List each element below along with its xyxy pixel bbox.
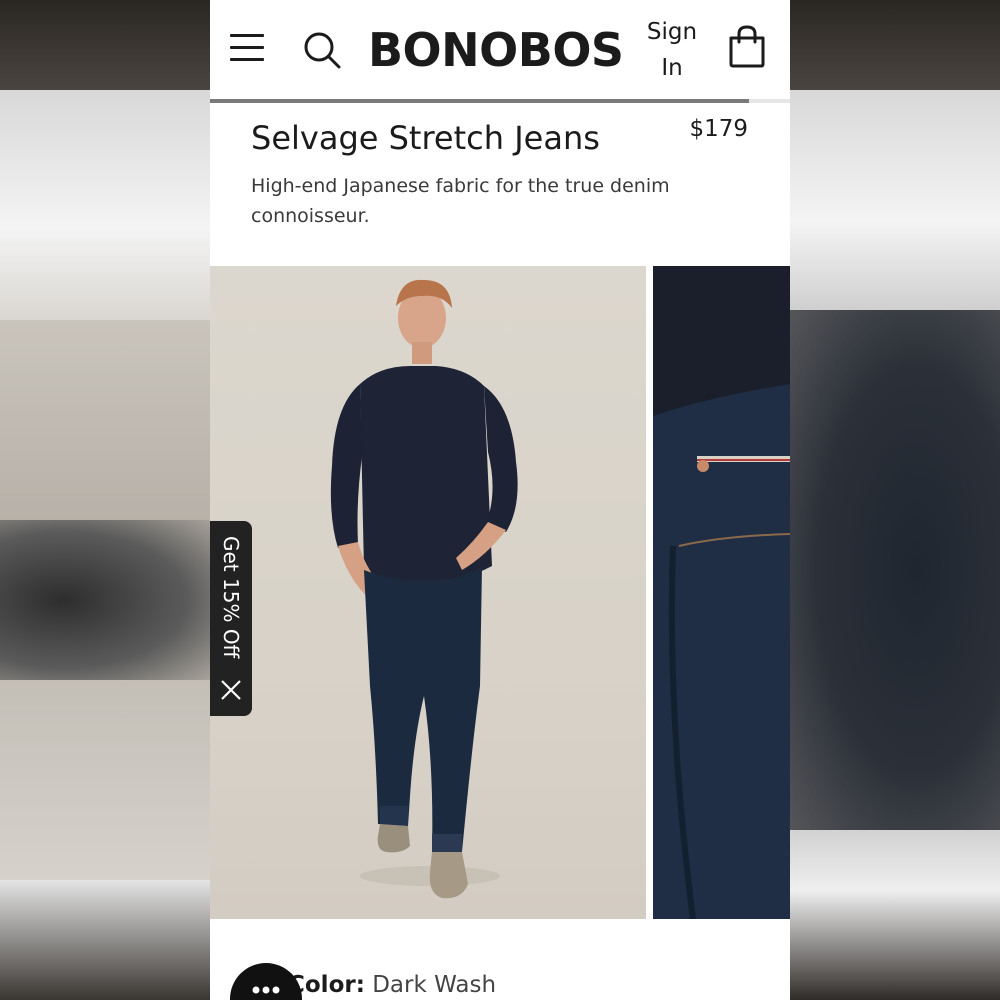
model-illustration — [330, 279, 518, 899]
color-value: Dark Wash — [372, 972, 497, 998]
search-icon[interactable] — [302, 30, 342, 70]
site-header: BONOBOS Sign In — [210, 0, 790, 100]
sign-in-link[interactable]: Sign In — [646, 14, 698, 86]
sign-in-line1: Sign — [646, 19, 698, 45]
scroll-progress-bar — [210, 99, 790, 103]
product-description: High-end Japanese fabric for the true de… — [251, 175, 670, 227]
product-photo-detail[interactable] — [653, 266, 790, 919]
denim-detail-illustration — [653, 266, 790, 919]
brand-logo[interactable]: BONOBOS — [368, 22, 624, 78]
mobile-page: BONOBOS Sign In Selvage Stretch Jeans $1… — [210, 0, 790, 1000]
product-photo-main[interactable] — [210, 266, 646, 919]
hamburger-menu-icon[interactable] — [230, 34, 264, 62]
background-right — [790, 0, 1000, 1000]
close-icon[interactable] — [220, 679, 242, 701]
product-title: Selvage Stretch Jeans — [251, 119, 600, 157]
shopping-bag-icon[interactable] — [727, 24, 767, 68]
chat-bubble-icon — [252, 986, 280, 994]
promo-label: Get 15% Off — [219, 536, 243, 659]
scroll-progress-fill — [210, 99, 750, 103]
color-selection: Color: Dark Wash — [288, 968, 496, 1000]
background-left — [0, 0, 210, 1000]
sign-in-line2: In — [661, 55, 683, 81]
promo-tab[interactable]: Get 15% Off — [210, 521, 252, 716]
product-price: $179 — [689, 116, 748, 142]
